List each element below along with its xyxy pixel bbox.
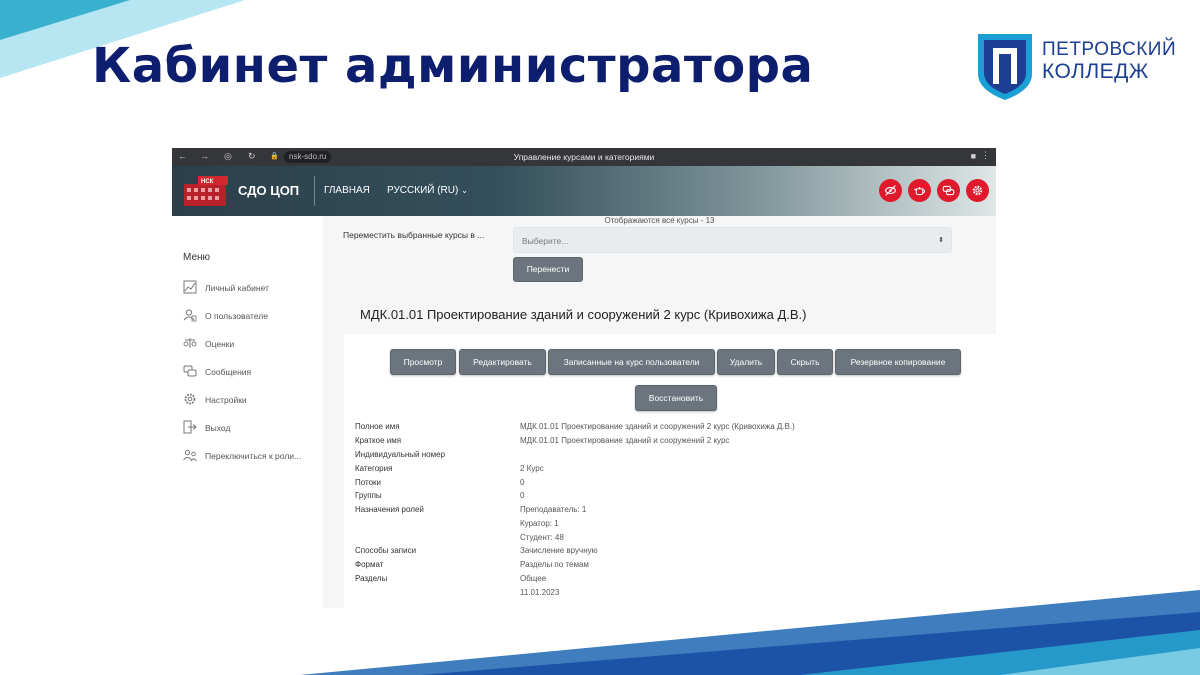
sidebar-item-grades[interactable]: Оценки — [183, 336, 323, 352]
teapot-button[interactable] — [908, 179, 931, 202]
sidebar-item-switch-role[interactable]: Переключиться к роли... — [183, 448, 323, 464]
logout-icon — [183, 420, 197, 434]
admin-screenshot: ← → ◎ ↻ 🔒 nsk-sdo.ru Управление курсами … — [172, 148, 996, 608]
move-courses-label: Переместить выбранные курсы в ... — [343, 230, 485, 240]
delete-button[interactable]: Удалить — [717, 349, 775, 375]
grades-icon — [183, 338, 197, 348]
move-select-placeholder: Выберите... — [522, 236, 569, 246]
logo-line-2: КОЛЛЕДЖ — [1042, 60, 1149, 83]
chevron-down-icon: ⌄ — [461, 186, 468, 195]
college-shield-icon — [978, 34, 1032, 100]
dashboard-icon — [183, 280, 197, 294]
sidebar: Меню Личный кабинет О пользователе Оценк… — [172, 216, 323, 608]
detail-label: Способы записи — [355, 546, 417, 555]
eye-slash-icon — [885, 185, 896, 196]
courses-count: Отображаются все курсы - 13 — [604, 216, 715, 225]
brand-logo[interactable]: НСК — [182, 176, 228, 206]
edit-button[interactable]: Редактировать — [459, 349, 546, 375]
detail-label: Краткое имя — [355, 436, 402, 445]
brand-name[interactable]: СДО ЦОП — [238, 183, 299, 198]
backup-button[interactable]: Резервное копирование — [835, 349, 961, 375]
sidebar-item-logout[interactable]: Выход — [183, 420, 323, 436]
detail-value: 0 — [520, 478, 525, 487]
browser-toolbar: ← → ◎ ↻ 🔒 nsk-sdo.ru Управление курсами … — [172, 148, 996, 166]
settings-button[interactable] — [966, 179, 989, 202]
sidebar-item-label: Настройки — [205, 395, 247, 405]
hide-button[interactable]: Скрыть — [777, 349, 833, 375]
detail-value: МДК.01.01 Проектирование зданий и сооруж… — [520, 436, 730, 445]
detail-value: Зачисление вручную — [520, 546, 598, 555]
detail-label: Разделы — [355, 574, 388, 583]
sidebar-item-label: Оценки — [205, 339, 235, 349]
course-title: МДК.01.01 Проектирование зданий и сооруж… — [360, 307, 807, 322]
sidebar-item-label: Сообщения — [205, 367, 252, 377]
teapot-icon — [913, 186, 926, 196]
detail-label: Индивидуальный номер — [355, 450, 446, 459]
restore-button[interactable]: Восстановить — [635, 385, 717, 411]
detail-label: Категория — [355, 464, 393, 473]
nav-home-link[interactable]: ГЛАВНАЯ — [324, 185, 370, 196]
logo-line-1: ПЕТРОВСКИЙ — [1042, 39, 1177, 60]
settings-icon — [184, 393, 196, 405]
language-menu[interactable]: РУССКИЙ (RU) ⌄ — [387, 185, 468, 196]
select-caret-icon: ⬍ — [938, 237, 944, 244]
detail-value: Разделы по темам — [520, 560, 589, 569]
switch-role-icon — [183, 449, 197, 462]
detail-value: Преподаватель: 1 — [520, 505, 587, 514]
move-button[interactable]: Перенести — [513, 257, 583, 282]
messages-button[interactable] — [937, 179, 960, 202]
brand-logo-text: НСК — [201, 179, 214, 185]
building-logo-icon: НСК — [184, 176, 228, 206]
sidebar-item-label: Выход — [205, 423, 231, 433]
eye-slash-button[interactable] — [879, 179, 902, 202]
detail-value: 11.01.2023 — [520, 588, 560, 597]
course-details-card: Просмотр Редактировать Записанные на кур… — [344, 334, 996, 608]
main-content: Отображаются все курсы - 13 Переместить … — [323, 216, 996, 608]
enrolled-users-button[interactable]: Записанные на курс пользователи — [548, 349, 715, 375]
sidebar-item-dashboard[interactable]: Личный кабинет — [183, 280, 323, 296]
detail-label: Потоки — [355, 478, 382, 487]
view-button[interactable]: Просмотр — [390, 349, 456, 375]
browser-page-title: Управление курсами и категориями — [513, 152, 655, 162]
detail-value: Студент: 48 — [520, 533, 564, 542]
browser-menu-icon[interactable]: ⋮ — [981, 150, 990, 161]
header-divider — [314, 176, 315, 206]
detail-value: Общее — [520, 574, 547, 583]
slide-title: Кабинет администратора — [92, 38, 814, 94]
sidebar-title: Меню — [183, 252, 211, 263]
user-icon — [183, 309, 197, 322]
sidebar-item-label: Переключиться к роли... — [205, 451, 302, 461]
messages-icon — [183, 365, 197, 377]
language-label: РУССКИЙ (RU) — [387, 185, 459, 196]
app-header: НСК СДО ЦОП ГЛАВНАЯ РУССКИЙ (RU) ⌄ — [172, 166, 996, 216]
college-logo: ПЕТРОВСКИЙ КОЛЛЕДЖ — [976, 32, 1176, 104]
chat-icon — [942, 185, 955, 196]
sidebar-item-label: Личный кабинет — [205, 283, 269, 293]
detail-label: Полное имя — [355, 422, 400, 431]
detail-value: 2 Курс — [520, 464, 544, 473]
sidebar-item-label: О пользователе — [205, 311, 268, 321]
gear-icon — [972, 185, 983, 196]
move-target-select[interactable]: Выберите... ⬍ — [513, 227, 952, 253]
bookmark-icon[interactable]: ■ — [971, 151, 976, 161]
detail-label: Группы — [355, 491, 382, 500]
detail-label: Назначения ролей — [355, 505, 424, 514]
detail-value: МДК.01.01 Проектирование зданий и сооруж… — [520, 422, 795, 431]
detail-value: Куратор: 1 — [520, 519, 559, 528]
detail-label: Формат — [355, 560, 384, 569]
detail-value: 0 — [520, 491, 525, 500]
sidebar-item-messages[interactable]: Сообщения — [183, 364, 323, 380]
sidebar-item-settings[interactable]: Настройки — [183, 392, 323, 408]
sidebar-item-profile[interactable]: О пользователе — [183, 308, 323, 324]
